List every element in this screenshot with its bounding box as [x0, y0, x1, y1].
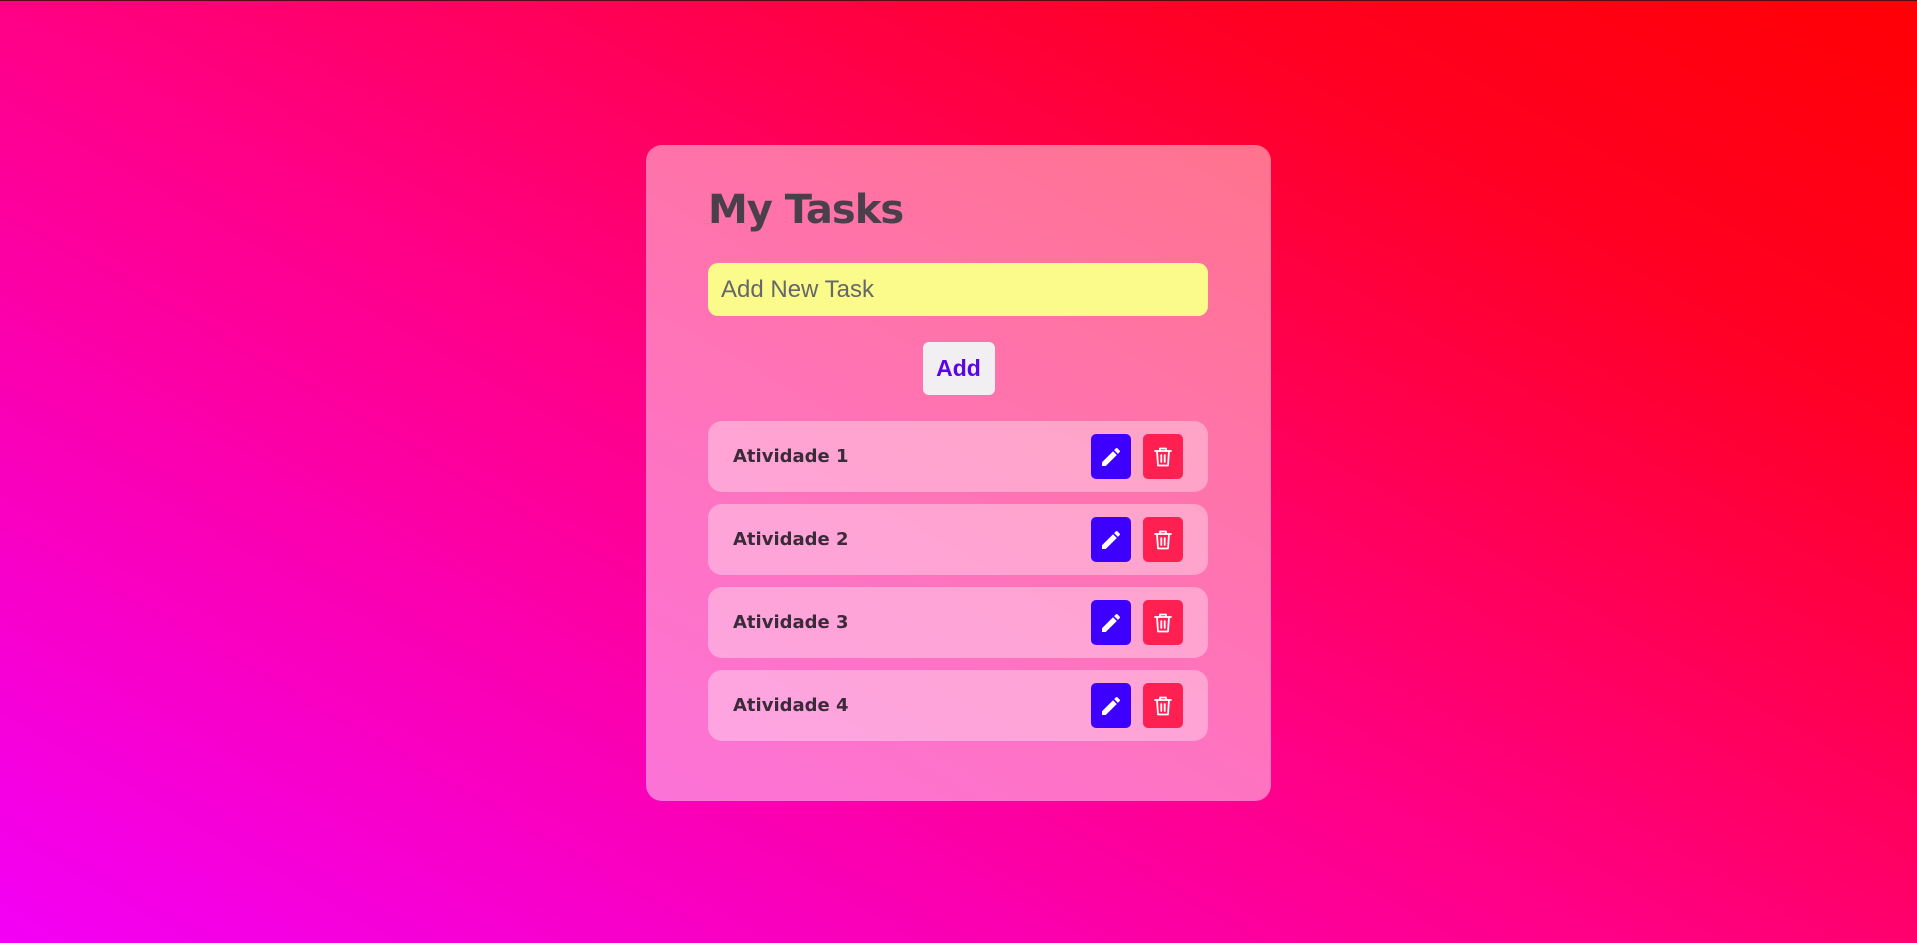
delete-task-button[interactable] — [1143, 434, 1183, 479]
pencil-icon — [1102, 613, 1121, 632]
task-label: Atividade 3 — [733, 612, 849, 633]
delete-task-button[interactable] — [1143, 600, 1183, 645]
task-label: Atividade 1 — [733, 446, 849, 467]
trash-icon — [1154, 530, 1172, 549]
task-item: Atividade 3 — [708, 587, 1208, 658]
task-list: Atividade 1 Atividade 2 Atividade 3 Ativ… — [708, 421, 1209, 741]
edit-task-button[interactable] — [1091, 517, 1131, 562]
tasks-card: My Tasks Add Atividade 1 Atividade 2 Ati… — [646, 145, 1271, 801]
pencil-icon — [1102, 447, 1121, 466]
task-label: Atividade 4 — [733, 695, 849, 716]
task-item: Atividade 2 — [708, 504, 1208, 575]
task-item: Atividade 1 — [708, 421, 1208, 492]
edit-task-button[interactable] — [1091, 683, 1131, 728]
delete-task-button[interactable] — [1143, 683, 1183, 728]
delete-task-button[interactable] — [1143, 517, 1183, 562]
pencil-icon — [1102, 696, 1121, 715]
task-label: Atividade 2 — [733, 529, 849, 550]
add-task-button[interactable]: Add — [922, 342, 995, 395]
edit-task-button[interactable] — [1091, 434, 1131, 479]
edit-task-button[interactable] — [1091, 600, 1131, 645]
task-item: Atividade 4 — [708, 670, 1208, 741]
add-button-container: Add — [708, 342, 1209, 395]
new-task-input[interactable] — [708, 263, 1208, 316]
page-title: My Tasks — [708, 187, 904, 233]
trash-icon — [1154, 696, 1172, 715]
pencil-icon — [1102, 530, 1121, 549]
trash-icon — [1154, 613, 1172, 632]
trash-icon — [1154, 447, 1172, 466]
